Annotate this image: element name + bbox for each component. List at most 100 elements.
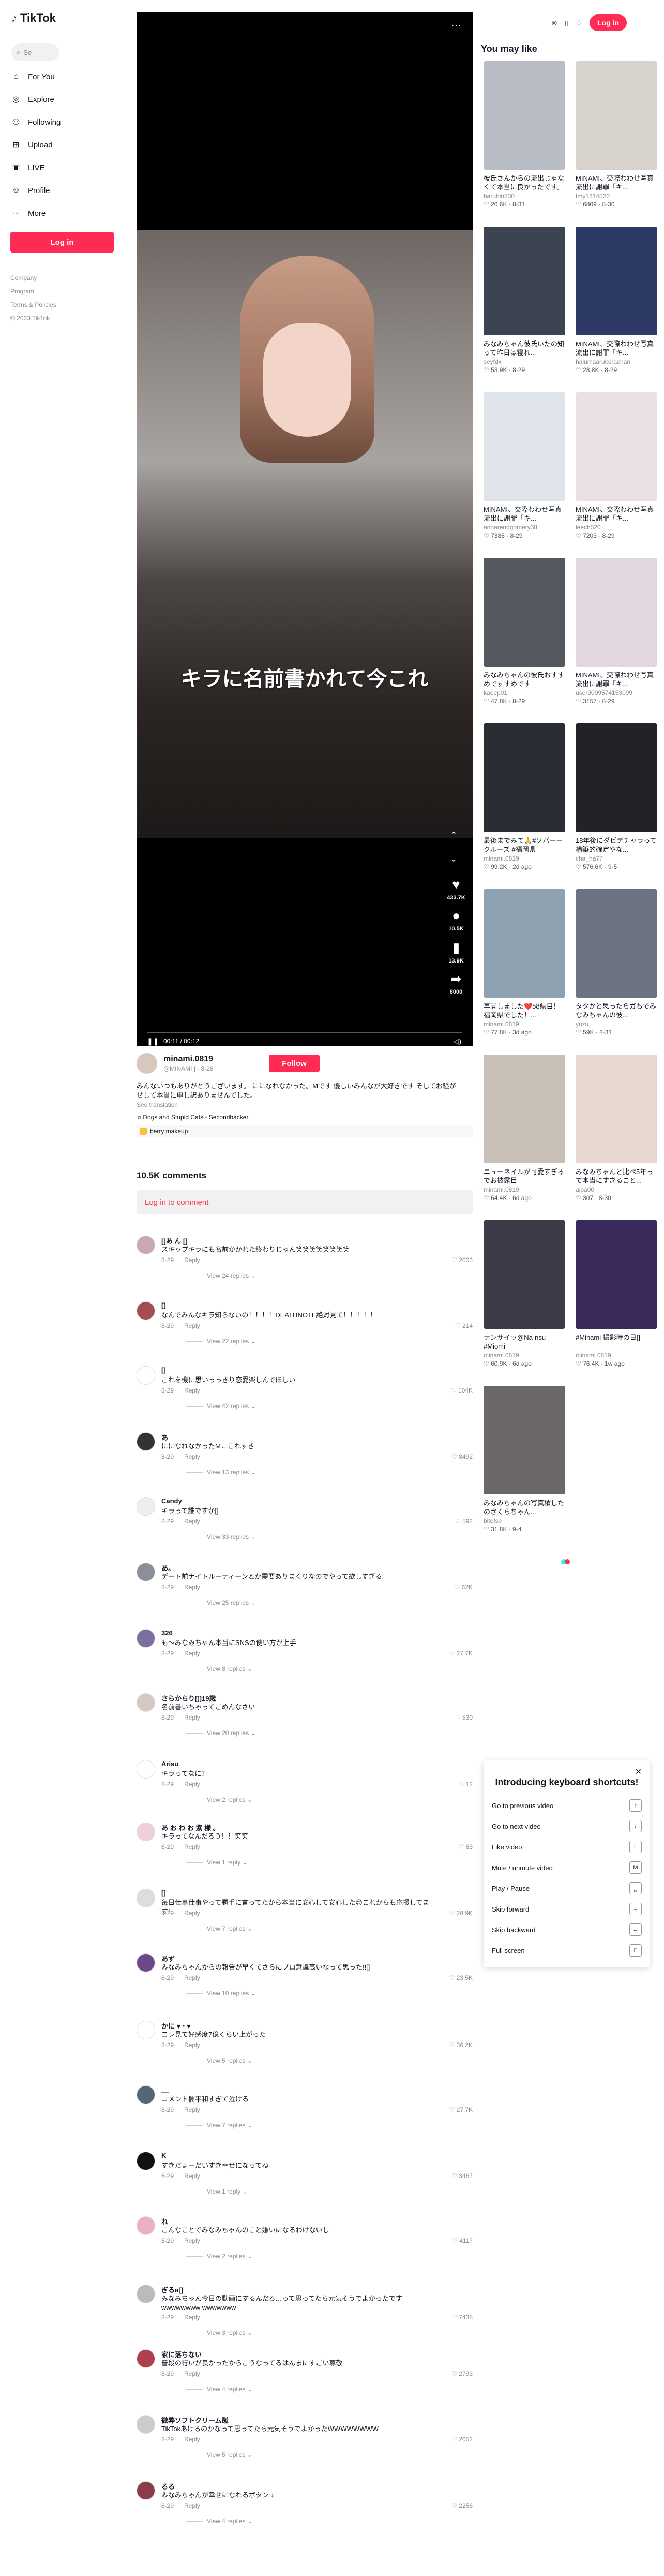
commenter-name[interactable]: []	[161, 1889, 166, 1897]
commenter-name[interactable]: K	[161, 2152, 166, 2159]
header-login-button[interactable]: Log in	[590, 14, 627, 31]
reply-button[interactable]: Reply	[184, 1322, 200, 1329]
view-replies-button[interactable]: View 22 replies ⌄	[186, 1338, 256, 1345]
commenter-avatar[interactable]	[137, 2285, 155, 2303]
commenter-avatar[interactable]	[137, 1563, 155, 1581]
nav-live[interactable]: ▣ LIVE	[10, 158, 114, 177]
commenter-avatar[interactable]	[137, 1432, 155, 1451]
video-thumbnail[interactable]	[576, 1220, 657, 1329]
view-replies-button[interactable]: View 25 replies ⌄	[186, 1599, 256, 1606]
recommended-video-card[interactable]: MINAMI、交際わわせ写真流出に謝罪「キ... tmy1314520 ♡ 6809…	[576, 61, 657, 208]
commenter-name[interactable]: あ お わ お 紫 様 。	[161, 1823, 220, 1832]
reply-button[interactable]: Reply	[184, 1974, 200, 1981]
commenter-name[interactable]: []あ ん []	[161, 1236, 188, 1246]
comment-like[interactable]: ♡ 2052	[451, 2436, 473, 2443]
recommended-video-card[interactable]: ニューネイルが可愛すぎるでお披露目 minami.0819 ♡ 64.4K · 6d…	[484, 1055, 565, 1202]
footer-link-terms[interactable]: Terms & Policies	[10, 301, 56, 308]
commenter-avatar[interactable]	[137, 1953, 155, 1972]
like-button[interactable]: ♥ 433.7K	[447, 877, 465, 901]
comment-like[interactable]: ♡ 63	[459, 1843, 473, 1850]
commenter-name[interactable]: 微弊ソフトクリーム蹴	[161, 2415, 229, 2425]
recommended-video-card[interactable]: 18年後にダビデチャラって構築的確定やな... cha_ha77 ♡ 576.6K …	[576, 723, 657, 870]
view-replies-button[interactable]: View 20 replies ⌄	[186, 1729, 256, 1737]
commenter-name[interactable]: れ	[161, 2216, 168, 2226]
commenter-name[interactable]: かに ♥ ‧ ♥	[161, 2021, 191, 2031]
commenter-avatar[interactable]	[137, 1301, 155, 1320]
volume-icon[interactable]: ◁)	[454, 1037, 461, 1046]
reply-button[interactable]: Reply	[184, 2436, 200, 2443]
view-replies-button[interactable]: View 2 replies ⌄	[186, 1796, 252, 1803]
commenter-avatar[interactable]	[137, 2152, 155, 2170]
comment-like[interactable]: ♡ 27.7K	[449, 1650, 473, 1657]
nav-upload[interactable]: ⊞ Upload	[10, 136, 114, 154]
commenter-avatar[interactable]	[137, 1497, 155, 1516]
recommended-video-card[interactable]: MINAMI、交際わわせ写真流出に謝罪「キ... leech520 ♡ 7203 ·…	[576, 392, 657, 539]
comment-like[interactable]: ♡ 4117	[452, 2237, 473, 2244]
commenter-avatar[interactable]	[137, 1823, 155, 1841]
commenter-name[interactable]: さらからり[]]19歳	[161, 1693, 216, 1703]
view-replies-button[interactable]: View 2 replies ⌄	[186, 2253, 252, 2260]
view-replies-button[interactable]: View 10 replies ⌄	[186, 1990, 256, 1997]
comment-like[interactable]: ♡ 3467	[451, 2172, 473, 2180]
nav-profile[interactable]: ☺ Profile	[10, 181, 114, 200]
comment-like[interactable]: ♡ 62K	[455, 1583, 473, 1591]
video-thumbnail[interactable]	[576, 61, 657, 170]
reply-button[interactable]: Reply	[184, 1714, 200, 1721]
video-thumbnail[interactable]	[484, 889, 565, 998]
footer-link-company[interactable]: Company	[10, 274, 37, 282]
author-avatar[interactable]	[137, 1053, 157, 1074]
recommended-video-card[interactable]: MINAMI、交際わわせ写真流出に謝罪「キ... annarendgomery38…	[484, 392, 565, 539]
view-replies-button[interactable]: View 8 replies ⌄	[186, 1665, 252, 1672]
close-icon[interactable]: ✕	[635, 1767, 642, 1777]
comment-like[interactable]: ♡ 214	[455, 1322, 473, 1329]
commenter-name[interactable]: あず	[161, 1953, 175, 1963]
comment-button[interactable]: ● 10.5K	[447, 908, 465, 932]
reply-button[interactable]: Reply	[184, 1518, 200, 1525]
reply-button[interactable]: Reply	[184, 2172, 200, 2180]
view-replies-button[interactable]: View 7 replies ⌄	[186, 1925, 252, 1932]
view-replies-button[interactable]: View 33 replies ⌄	[186, 1533, 256, 1541]
phone-icon[interactable]: ▯	[565, 19, 569, 27]
reply-button[interactable]: Reply	[184, 2106, 200, 2113]
view-replies-button[interactable]: View 42 replies ⌄	[186, 1402, 256, 1410]
commenter-avatar[interactable]	[137, 1366, 155, 1385]
reply-button[interactable]: Reply	[184, 2237, 200, 2244]
coin-icon[interactable]: ⊜	[551, 19, 557, 27]
commenter-name[interactable]: Arisu	[161, 1760, 178, 1768]
nav-for-you[interactable]: ⌂ For You	[10, 67, 114, 86]
footer-link-program[interactable]: Program	[10, 288, 34, 295]
comment-like[interactable]: ♡ 27.7K	[449, 2106, 473, 2113]
recommended-video-card[interactable]: MINAMI、交際わわせ写真流出に謝罪「キ... user900957415309…	[576, 558, 657, 705]
commenter-name[interactable]: Candy	[161, 1497, 182, 1505]
recommended-video-card[interactable]: みなみちゃん彼氏いたの知って昨日は寝れ... seyfdx ♡ 53.9K · 8-…	[484, 227, 565, 374]
commenter-avatar[interactable]	[137, 2216, 155, 2235]
login-to-comment[interactable]: Log in to comment	[137, 1190, 473, 1214]
search-input[interactable]: ⌕ Se	[11, 43, 59, 61]
reply-button[interactable]: Reply	[184, 2370, 200, 2377]
commenter-name[interactable]: るる	[161, 2481, 175, 2491]
comment-like[interactable]: ♡ 12	[459, 1781, 473, 1788]
view-replies-button[interactable]: View 1 reply ⌄	[186, 2188, 248, 2195]
recommended-video-card[interactable]: 彼氏さんからの流出じゃなくて本当に良かったです。 haruhin830 ♡ 20.6…	[484, 61, 565, 208]
commenter-avatar[interactable]	[137, 2481, 155, 2500]
reply-button[interactable]: Reply	[184, 1781, 200, 1788]
reply-button[interactable]: Reply	[184, 1843, 200, 1850]
commenter-avatar[interactable]	[137, 2085, 155, 2104]
tiktok-logo[interactable]: ♪ TikTok	[11, 11, 56, 25]
reply-button[interactable]: Reply	[184, 1583, 200, 1591]
comment-like[interactable]: ♡ 592	[455, 1518, 473, 1525]
reply-button[interactable]: Reply	[184, 1909, 200, 1917]
commenter-avatar[interactable]	[137, 1629, 155, 1648]
view-replies-button[interactable]: View 4 replies ⌄	[186, 2386, 252, 2393]
chevron-up-icon[interactable]: ⌃	[450, 830, 457, 840]
video-thumbnail[interactable]	[576, 558, 657, 667]
commenter-name[interactable]: __	[161, 2085, 169, 2093]
reply-button[interactable]: Reply	[184, 1650, 200, 1657]
view-replies-button[interactable]: View 4 replies ⌄	[186, 2518, 252, 2525]
comment-like[interactable]: ♡ 28.9K	[449, 1909, 473, 1917]
video-thumbnail[interactable]	[576, 1055, 657, 1163]
comment-like[interactable]: ♡ 530	[455, 1714, 473, 1721]
reply-button[interactable]: Reply	[184, 2314, 200, 2321]
nav-explore[interactable]: ◎ Explore	[10, 90, 114, 109]
video-thumbnail[interactable]	[484, 1055, 565, 1163]
